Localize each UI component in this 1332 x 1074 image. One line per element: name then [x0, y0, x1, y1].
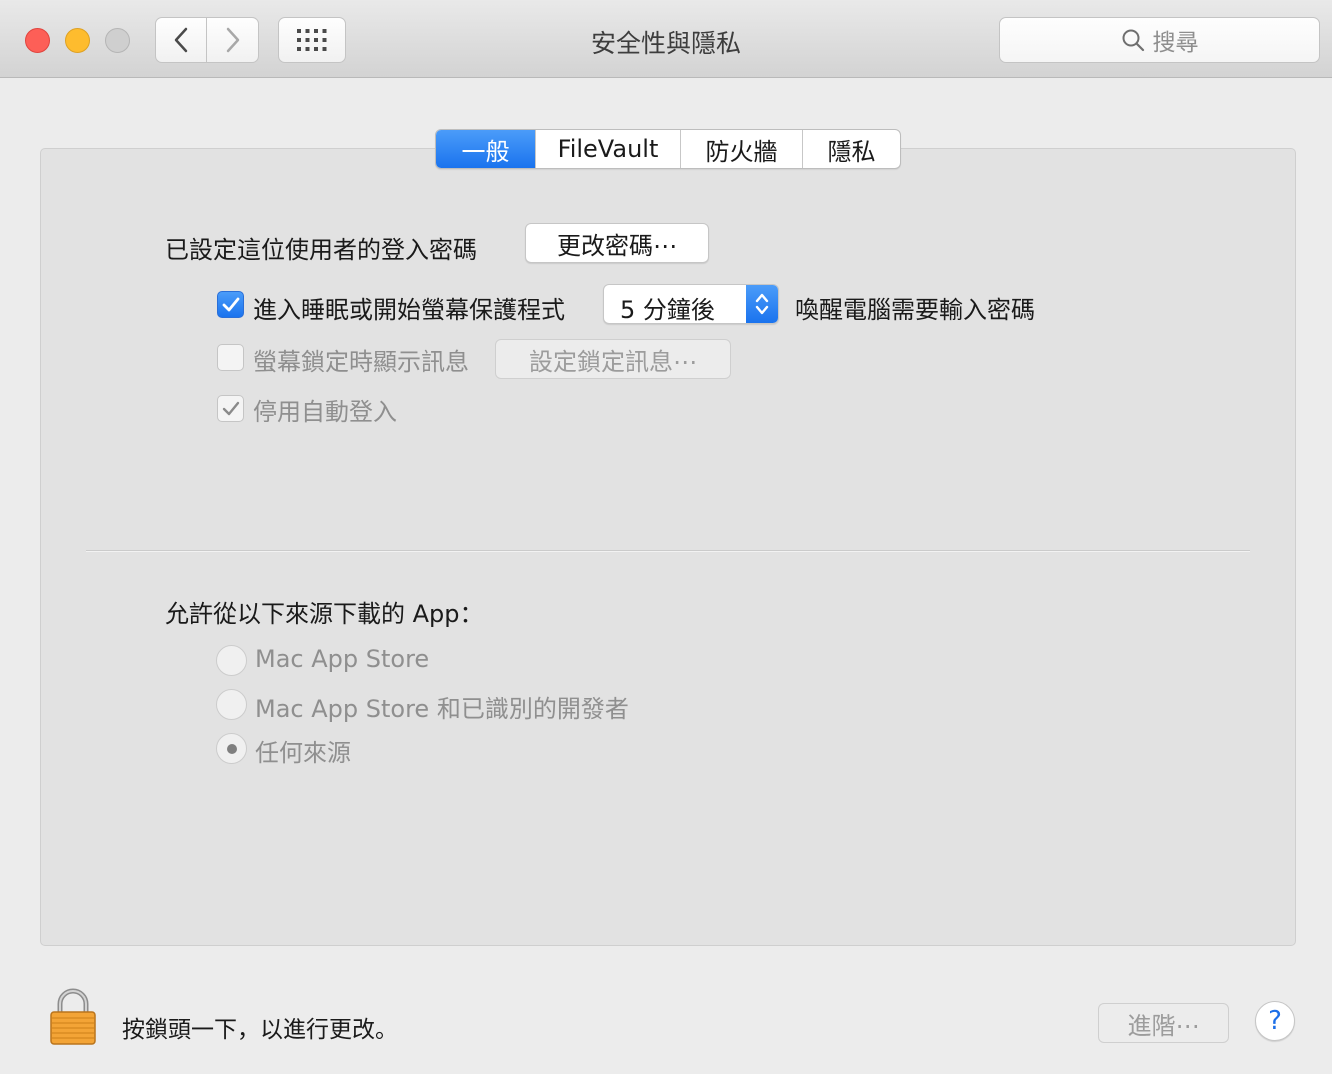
section-divider — [86, 550, 1250, 552]
chevron-up-down-icon — [755, 293, 769, 315]
show-all-button[interactable] — [278, 17, 346, 63]
password-delay-value: 5 分鐘後 — [620, 296, 715, 324]
checkmark-icon — [222, 401, 239, 415]
disable-autologin-label: 停用自動登入 — [253, 398, 397, 426]
zoom-window-button[interactable] — [105, 28, 130, 53]
title-bar: 安全性與隱私 搜尋 — [0, 0, 1332, 78]
back-button[interactable] — [155, 17, 207, 63]
lock-message-label: 螢幕鎖定時顯示訊息 — [253, 348, 469, 376]
lock-message-checkbox[interactable] — [217, 344, 244, 371]
change-password-button[interactable]: 更改密碼⋯ — [525, 223, 709, 263]
tab-firewall[interactable]: 防火牆 — [681, 130, 803, 168]
padlock-icon — [50, 988, 96, 1045]
help-button[interactable]: ? — [1255, 1001, 1295, 1041]
radio-anywhere-label: 任何來源 — [255, 739, 351, 767]
tab-bar: 一般 FileVault 防火牆 隱私 — [435, 129, 901, 169]
advanced-button[interactable]: 進階⋯ — [1098, 1003, 1229, 1043]
help-icon: ? — [1268, 1006, 1282, 1036]
require-password-checkbox[interactable] — [217, 291, 244, 318]
checkmark-icon — [222, 297, 239, 311]
radio-mac-app-store[interactable] — [216, 645, 247, 676]
chevron-right-icon — [226, 27, 239, 53]
set-lock-message-button[interactable]: 設定鎖定訊息⋯ — [495, 339, 731, 379]
disable-autologin-checkbox[interactable] — [217, 395, 244, 422]
lock-instruction-text: 按鎖頭一下，以進行更改。 — [122, 1017, 398, 1043]
tab-general[interactable]: 一般 — [436, 130, 536, 168]
radio-identified-developers-label: Mac App Store 和已識別的開發者 — [255, 695, 629, 723]
grid-icon — [297, 29, 327, 51]
download-sources-heading: 允許從以下來源下載的 App： — [165, 600, 484, 628]
wake-password-label: 喚醒電腦需要輸入密碼 — [795, 296, 1035, 324]
forward-button[interactable] — [207, 17, 259, 63]
general-panel — [40, 148, 1296, 946]
search-placeholder: 搜尋 — [1152, 30, 1199, 56]
radio-anywhere[interactable] — [216, 733, 247, 764]
search-icon — [1122, 29, 1144, 52]
tab-privacy[interactable]: 隱私 — [803, 130, 900, 168]
search-field[interactable]: 搜尋 — [999, 17, 1320, 63]
require-password-label: 進入睡眠或開始螢幕保護程式 — [253, 296, 565, 324]
radio-selected-dot — [226, 743, 237, 754]
lock-button[interactable] — [48, 988, 98, 1050]
password-set-label: 已設定這位使用者的登入密碼 — [165, 236, 477, 264]
close-window-button[interactable] — [25, 28, 50, 53]
popup-arrows — [746, 285, 778, 323]
minimize-window-button[interactable] — [65, 28, 90, 53]
radio-mac-app-store-label: Mac App Store — [255, 645, 430, 673]
password-delay-popup[interactable]: 5 分鐘後 — [603, 284, 779, 324]
chevron-left-icon — [174, 27, 188, 53]
tab-filevault[interactable]: FileVault — [536, 130, 681, 168]
radio-identified-developers[interactable] — [216, 689, 247, 720]
